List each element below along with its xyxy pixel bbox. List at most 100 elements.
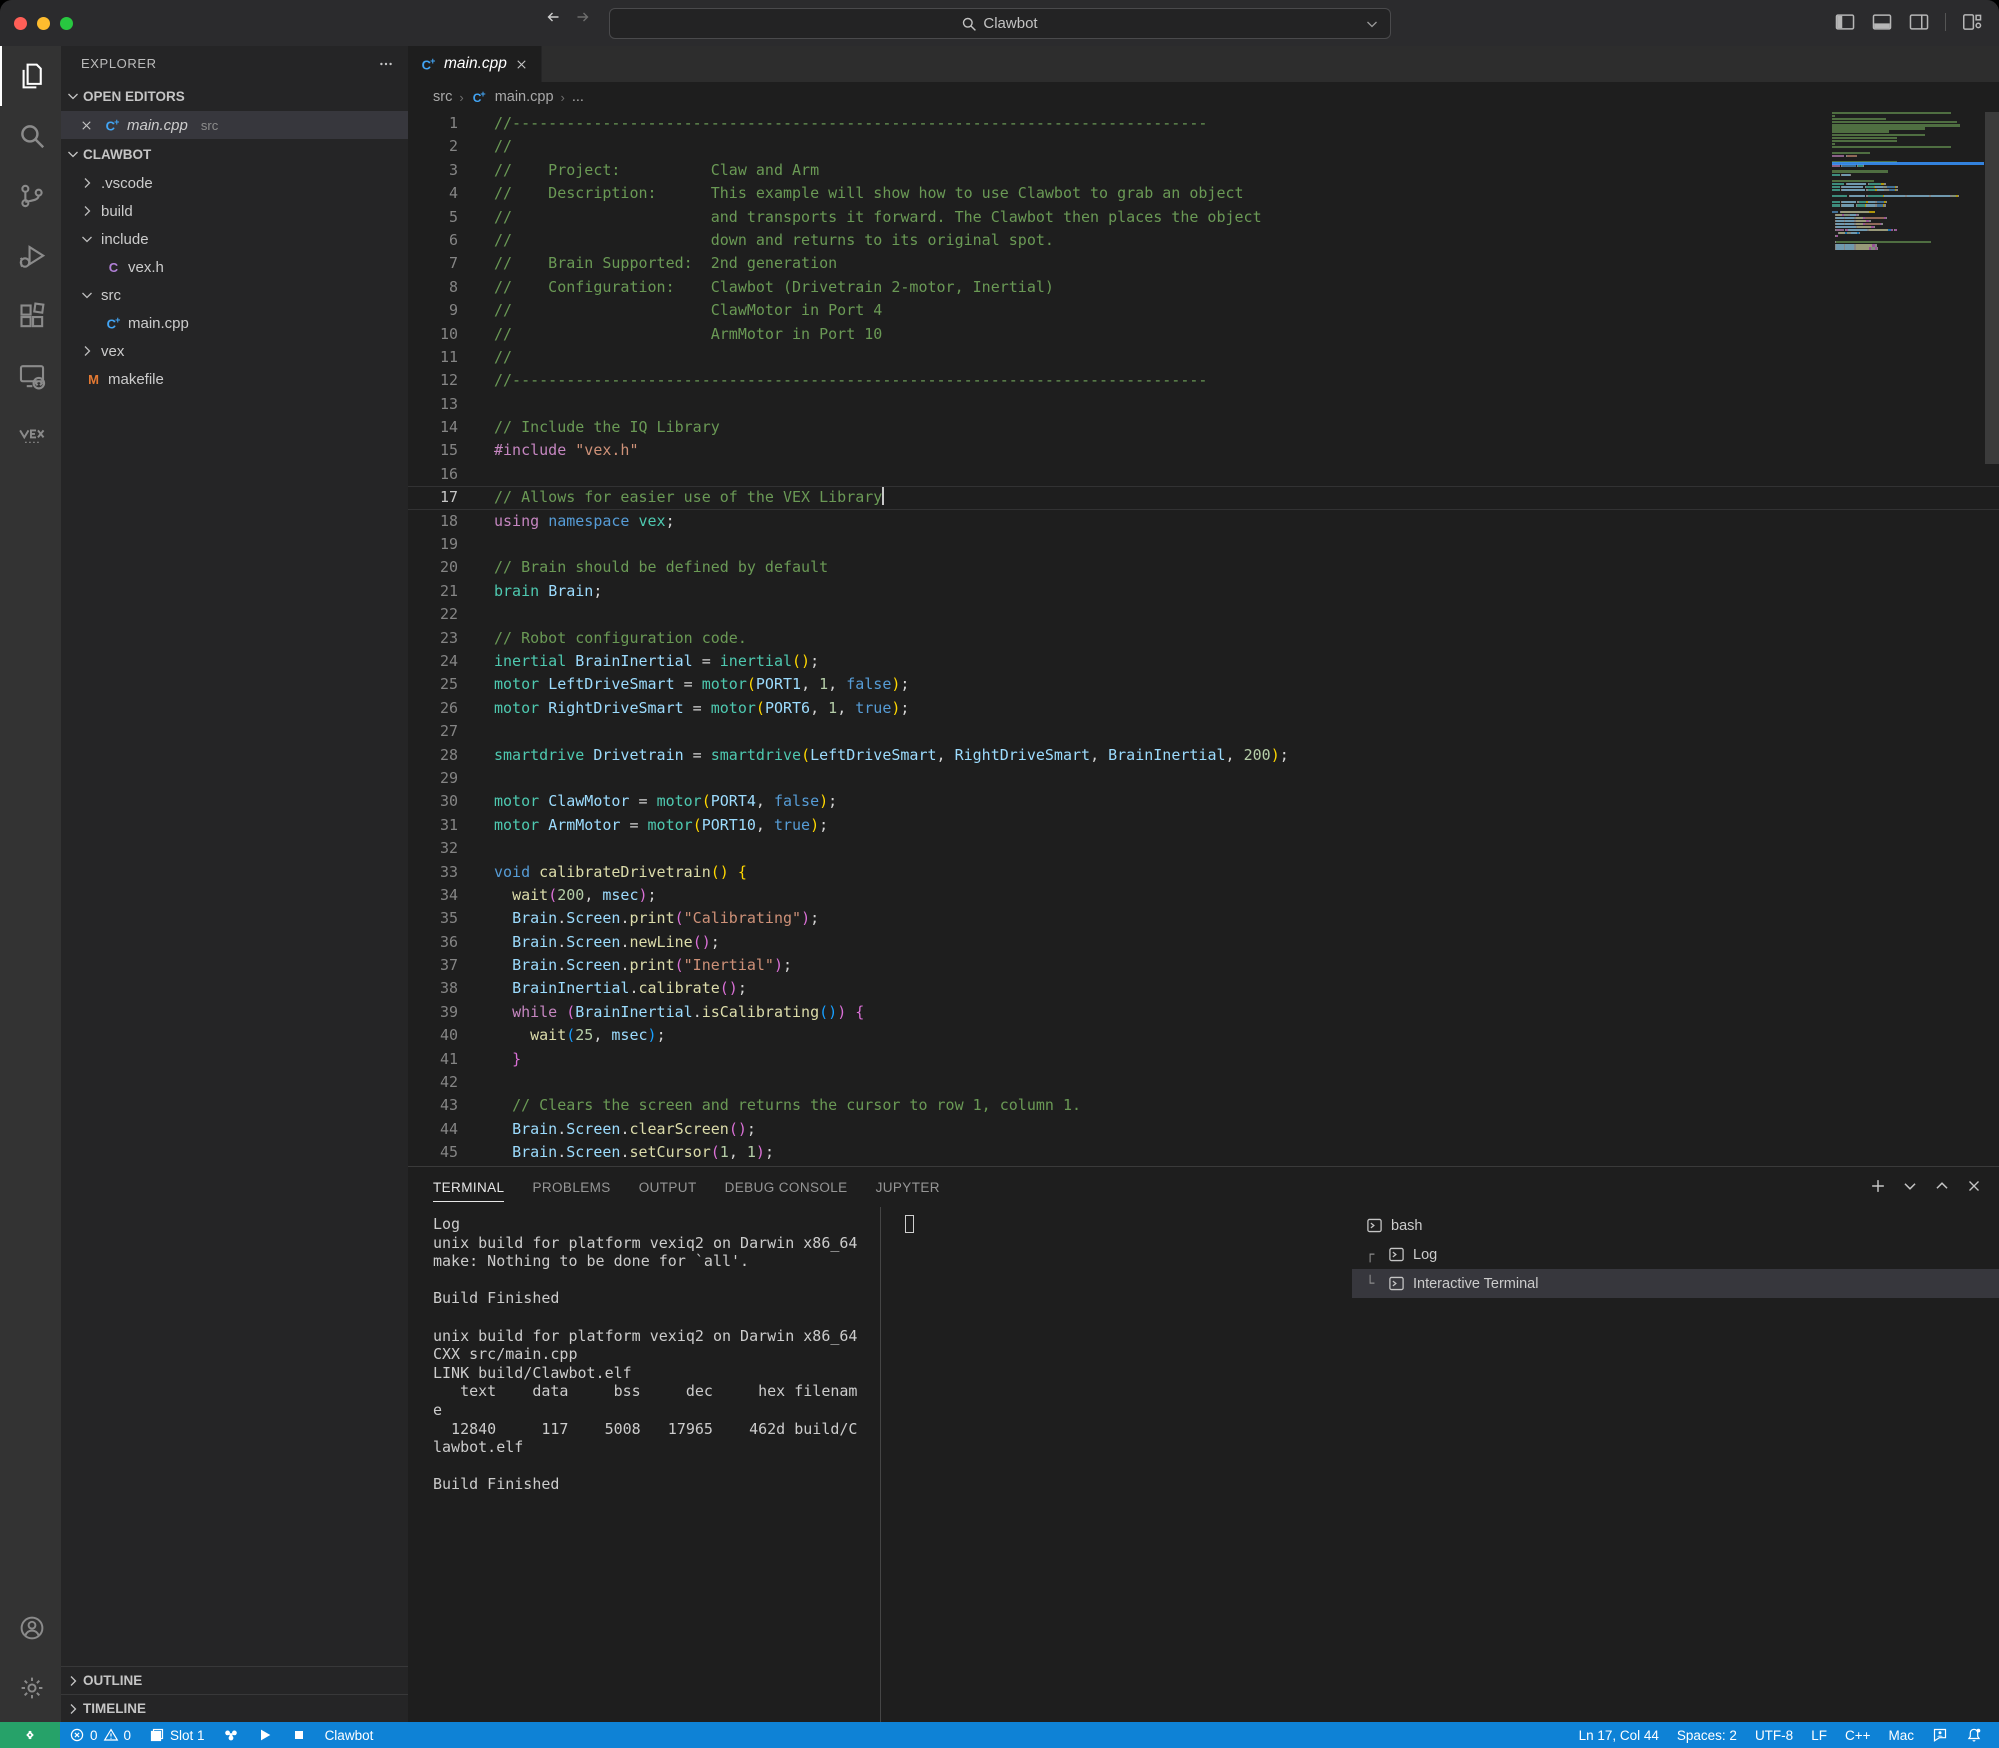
breadcrumb[interactable]: src › C+ main.cpp ›... [408, 82, 1999, 112]
status-cursor-position[interactable]: Ln 17, Col 44 [1570, 1722, 1668, 1748]
breadcrumb-item[interactable]: main.cpp [495, 89, 554, 105]
status-slot[interactable]: Slot 1 [140, 1722, 214, 1748]
code-line-36[interactable]: 36 Brain.Screen.newLine(); [408, 931, 1999, 954]
workspace-header[interactable]: CLAWBOT [61, 139, 408, 169]
terminal-output[interactable]: Log unix build for platform vexiq2 on Dar… [433, 1215, 863, 1722]
open-editor-item[interactable]: C+ main.cpp src [61, 111, 408, 139]
code-line-16[interactable]: 16 [408, 463, 1999, 486]
code-line-5[interactable]: 5// and transports it forward. The Clawb… [408, 206, 1999, 229]
file-main-cpp[interactable]: C+ main.cpp [61, 309, 408, 337]
activity-bar-item-vex[interactable] [0, 406, 61, 466]
code-line-40[interactable]: 40 wait(25, msec); [408, 1024, 1999, 1047]
close-icon[interactable] [79, 118, 94, 133]
code-line-37[interactable]: 37 Brain.Screen.print("Inertial"); [408, 954, 1999, 977]
code-line-30[interactable]: 30 motor ClawMotor = motor(PORT4, false); [408, 790, 1999, 813]
activity-bar-item-remote-explorer[interactable] [0, 346, 61, 406]
traffic-light-close[interactable] [14, 17, 27, 30]
code-line-26[interactable]: 26 motor RightDriveSmart = motor(PORT6, 1… [408, 697, 1999, 720]
code-line-34[interactable]: 34 wait(200, msec); [408, 884, 1999, 907]
terminal-list-item-log[interactable]: ┌ Log [1352, 1240, 1999, 1269]
breadcrumb-item[interactable]: ... [572, 89, 584, 105]
code-line-21[interactable]: 21 brain Brain; [408, 580, 1999, 603]
code-line-4[interactable]: 4// Description: This example will show … [408, 182, 1999, 205]
status-device[interactable] [214, 1722, 248, 1748]
activity-bar-item-search[interactable] [0, 106, 61, 166]
activity-bar-item-account[interactable] [0, 1598, 61, 1658]
close-icon[interactable] [514, 57, 529, 72]
status-notifications[interactable] [1957, 1722, 1991, 1748]
section-timeline[interactable]: TIMELINE [61, 1694, 408, 1722]
file-makefile[interactable]: Mmakefile [61, 365, 408, 393]
folder-src[interactable]: src [61, 281, 408, 309]
customize-layout-icon[interactable] [1961, 11, 1983, 33]
chevron-down-icon[interactable] [1901, 1177, 1919, 1195]
activity-bar-item-extensions[interactable] [0, 286, 61, 346]
status-eol[interactable]: LF [1802, 1722, 1836, 1748]
status-indentation[interactable]: Spaces: 2 [1668, 1722, 1746, 1748]
code-line-22[interactable]: 22 [408, 603, 1999, 626]
forward-icon[interactable] [575, 9, 591, 25]
code-line-1[interactable]: 1//-------------------------------------… [408, 112, 1999, 135]
status-problems[interactable]: 00 [60, 1722, 140, 1748]
code-line-19[interactable]: 19 [408, 533, 1999, 556]
back-icon[interactable] [545, 9, 561, 25]
open-editors-header[interactable]: OPEN EDITORS [61, 81, 408, 111]
folder-vex[interactable]: vex [61, 337, 408, 365]
status-feedback[interactable] [1923, 1722, 1957, 1748]
code-line-39[interactable]: 39 while (BrainInertial.isCalibrating())… [408, 1001, 1999, 1024]
code-line-44[interactable]: 44 Brain.Screen.clearScreen(); [408, 1118, 1999, 1141]
code-line-13[interactable]: 13 [408, 393, 1999, 416]
minimap[interactable] [1832, 112, 1984, 251]
chevron-down-icon[interactable] [1364, 16, 1380, 32]
traffic-light-minimize[interactable] [37, 17, 50, 30]
plus-icon[interactable] [1869, 1177, 1887, 1195]
code-line-7[interactable]: 7// Brain Supported: 2nd generation [408, 252, 1999, 275]
terminal-list-item-bash[interactable]: bash [1352, 1211, 1999, 1240]
code-line-35[interactable]: 35 Brain.Screen.print("Calibrating"); [408, 907, 1999, 930]
folder-include[interactable]: include [61, 225, 408, 253]
layout-sidebar-right-icon[interactable] [1908, 11, 1930, 33]
code-line-42[interactable]: 42 [408, 1071, 1999, 1094]
status-encoding[interactable]: UTF-8 [1746, 1722, 1802, 1748]
terminal-list-item-interactive-terminal[interactable]: └ Interactive Terminal [1352, 1269, 1999, 1298]
code-line-25[interactable]: 25 motor LeftDriveSmart = motor(PORT1, 1,… [408, 673, 1999, 696]
layout-sidebar-left-icon[interactable] [1834, 11, 1856, 33]
layout-panel-icon[interactable] [1871, 11, 1893, 33]
status-project[interactable]: Clawbot [316, 1722, 383, 1748]
code-line-6[interactable]: 6// down and returns to its original spo… [408, 229, 1999, 252]
status-platform[interactable]: Mac [1879, 1722, 1923, 1748]
chevron-up-icon[interactable] [1933, 1177, 1951, 1195]
code-line-45[interactable]: 45 Brain.Screen.setCursor(1, 1); [408, 1141, 1999, 1164]
code-line-12[interactable]: 12//------------------------------------… [408, 369, 1999, 392]
code-line-23[interactable]: 23// Robot configuration code. [408, 627, 1999, 650]
code-line-17[interactable]: 17// Allows for easier use of the VEX Li… [408, 486, 1999, 509]
code-line-24[interactable]: 24 inertial BrainInertial = inertial(); [408, 650, 1999, 673]
status-stop[interactable] [282, 1722, 316, 1748]
editor-scrollbar[interactable] [1985, 112, 1999, 464]
code-line-18[interactable]: 18 using namespace vex; [408, 510, 1999, 533]
activity-bar-item-explorer[interactable] [0, 46, 61, 106]
close-icon[interactable] [1965, 1177, 1983, 1195]
traffic-light-zoom[interactable] [60, 17, 73, 30]
status-language[interactable]: C++ [1836, 1722, 1880, 1748]
code-line-10[interactable]: 10// ArmMotor in Port 10 [408, 323, 1999, 346]
activity-bar-item-run-debug[interactable] [0, 226, 61, 286]
section-outline[interactable]: OUTLINE [61, 1666, 408, 1694]
code-line-9[interactable]: 9// ClawMotor in Port 4 [408, 299, 1999, 322]
tab-main-cpp[interactable]: C+ main.cpp [408, 46, 542, 82]
code-line-33[interactable]: 33 void calibrateDrivetrain() { [408, 861, 1999, 884]
folder-build[interactable]: build [61, 197, 408, 225]
ellipsis-icon[interactable] [378, 56, 394, 72]
panel-tab-output[interactable]: OUTPUT [639, 1167, 697, 1207]
code-line-15[interactable]: 15 #include "vex.h" [408, 439, 1999, 462]
code-area[interactable]: 1//-------------------------------------… [408, 112, 1999, 1166]
code-line-28[interactable]: 28 smartdrive Drivetrain = smartdrive(Lef… [408, 744, 1999, 767]
code-line-8[interactable]: 8// Configuration: Clawbot (Drivetrain 2… [408, 276, 1999, 299]
panel-tab-debug-console[interactable]: DEBUG CONSOLE [725, 1167, 848, 1207]
code-line-11[interactable]: 11// [408, 346, 1999, 369]
code-line-2[interactable]: 2// [408, 135, 1999, 158]
panel-tab-terminal[interactable]: TERMINAL [433, 1167, 505, 1207]
code-line-27[interactable]: 27 [408, 720, 1999, 743]
activity-bar-item-source-control[interactable] [0, 166, 61, 226]
panel-tab-problems[interactable]: PROBLEMS [532, 1167, 610, 1207]
